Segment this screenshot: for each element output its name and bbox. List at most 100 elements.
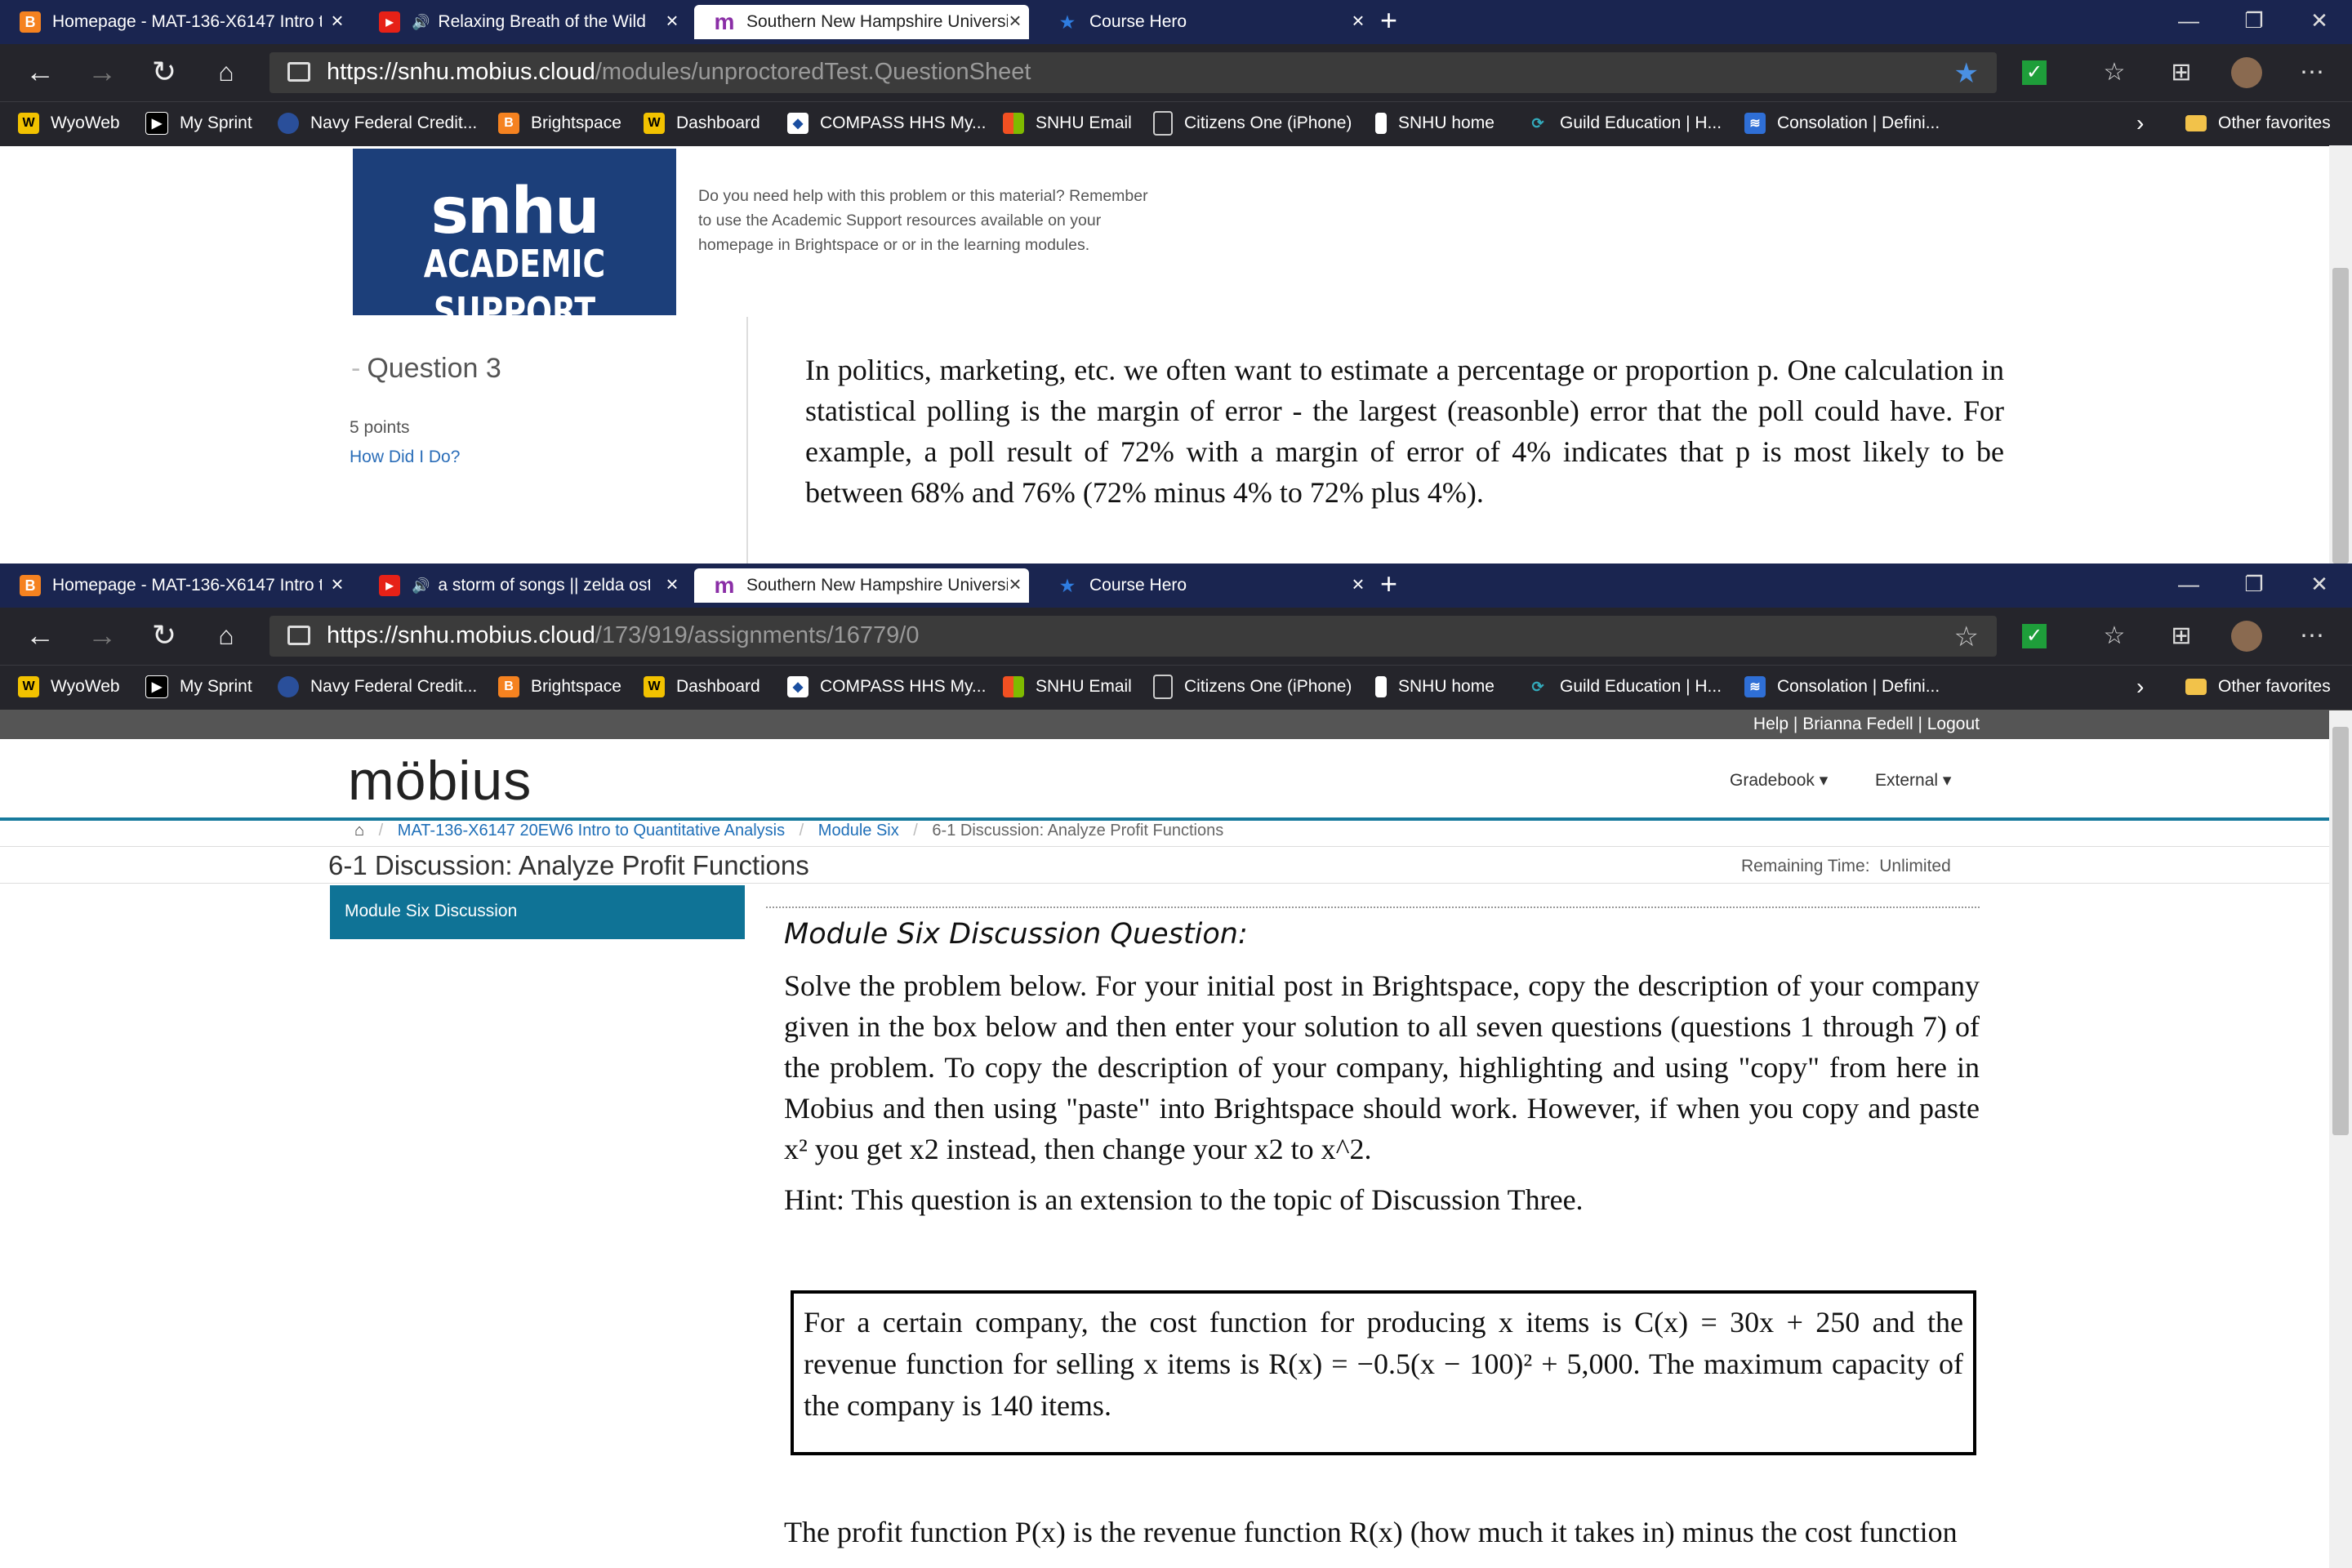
back-icon[interactable]: ← [20, 56, 60, 88]
bookmark-compass[interactable]: ◆ COMPASS HHS My... [787, 674, 986, 700]
gradebook-menu[interactable]: Gradebook ▾ [1730, 770, 1828, 791]
close-tab-icon[interactable]: × [1344, 572, 1372, 597]
favorites-list-icon[interactable]: ☆ [2099, 57, 2130, 88]
forward-icon[interactable]: → [82, 619, 122, 652]
collections-icon[interactable]: ⊞ [2166, 57, 2197, 88]
brightspace-icon: B [498, 676, 519, 697]
scrollbar[interactable] [2329, 145, 2352, 564]
folder-icon [2185, 115, 2207, 131]
speaker-icon[interactable]: 🔊 [412, 577, 430, 595]
tab-mobius[interactable]: m Southern New Hampshire University × [694, 568, 1029, 603]
bookmark-citizens-one[interactable]: Citizens One (iPhone) [1153, 674, 1352, 700]
bookmark-my-sprint[interactable]: ▶ My Sprint [145, 674, 252, 700]
close-tab-icon[interactable]: × [1001, 572, 1029, 597]
bookmark-other-favorites[interactable]: Other favorites [2185, 110, 2331, 136]
nav-bar: ← → ↻ ⌂ https://snhu.mobius.cloud/173/91… [0, 608, 2352, 665]
close-tab-icon[interactable]: × [1344, 8, 1372, 33]
bookmark-wyoweb[interactable]: W WyoWeb [18, 674, 120, 700]
forward-icon[interactable]: → [82, 56, 122, 88]
tab-youtube[interactable]: ▶ 🔊 Relaxing Breath of the Wild × [359, 5, 686, 39]
brightspace-icon: B [498, 113, 519, 134]
breadcrumb-course[interactable]: MAT-136-X6147 20EW6 Intro to Quantitativ… [398, 822, 785, 840]
favorites-list-icon[interactable]: ☆ [2099, 621, 2130, 652]
favorite-star-icon[interactable]: ☆ [1954, 621, 1979, 653]
minimize-icon[interactable]: — [2156, 564, 2221, 604]
bookmark-snhu-home[interactable]: SNHU home [1375, 110, 1494, 136]
bookmark-snhu-email[interactable]: SNHU Email [1003, 674, 1132, 700]
tab-mobius[interactable]: m Southern New Hampshire University × [694, 5, 1029, 39]
tab-course-hero[interactable]: ★ Course Hero × [1037, 5, 1372, 39]
minimize-icon[interactable]: — [2156, 0, 2221, 41]
bookmark-compass[interactable]: ◆ COMPASS HHS My... [787, 110, 986, 136]
bookmark-consolation[interactable]: ≋ Consolation | Defini... [1744, 110, 1940, 136]
external-menu[interactable]: External ▾ [1875, 770, 1951, 791]
bookmark-my-sprint[interactable]: ▶ My Sprint [145, 110, 252, 136]
bookmark-dashboard[interactable]: W Dashboard [644, 674, 760, 700]
more-bookmarks-chevron-icon[interactable]: › [2136, 110, 2144, 136]
bookmark-consolation[interactable]: ≋ Consolation | Defini... [1744, 674, 1940, 700]
new-tab-button[interactable]: + [1380, 567, 1397, 601]
tab-homepage[interactable]: B Homepage - MAT-136-X6147 Intro to × [0, 5, 351, 39]
refresh-icon[interactable]: ↻ [144, 56, 185, 88]
address-bar[interactable]: https://snhu.mobius.cloud/modules/unproc… [270, 52, 1997, 93]
close-tab-icon[interactable]: × [658, 572, 686, 597]
scrollbar[interactable] [2329, 710, 2352, 1568]
tab-homepage[interactable]: B Homepage - MAT-136-X6147 Intro to × [0, 568, 351, 603]
home-icon[interactable]: ⌂ [206, 56, 247, 88]
page-icon [1153, 675, 1173, 699]
new-tab-button[interactable]: + [1380, 3, 1397, 38]
bookmark-other-favorites[interactable]: Other favorites [2185, 674, 2331, 700]
bookmark-navy-federal[interactable]: Navy Federal Credit... [278, 674, 477, 700]
home-icon[interactable]: ⌂ [354, 822, 364, 840]
refresh-icon[interactable]: ↻ [144, 619, 185, 652]
microsoft-icon [1003, 113, 1024, 134]
bookmark-brightspace[interactable]: B Brightspace [498, 674, 621, 700]
restore-icon[interactable]: ❐ [2221, 564, 2287, 604]
bookmark-snhu-email[interactable]: SNHU Email [1003, 110, 1132, 136]
restore-icon[interactable]: ❐ [2221, 0, 2287, 41]
user-links[interactable]: Help | Brianna Fedell | Logout [1753, 715, 1980, 734]
compass-icon: ◆ [787, 113, 808, 134]
close-tab-icon[interactable]: × [323, 572, 351, 597]
module-six-discussion-tab[interactable]: Module Six Discussion [330, 885, 745, 939]
home-icon[interactable]: ⌂ [206, 619, 247, 652]
breadcrumb: ⌂ / MAT-136-X6147 20EW6 Intro to Quantit… [354, 822, 1224, 840]
bookmark-navy-federal[interactable]: Navy Federal Credit... [278, 110, 477, 136]
bookmark-citizens-one[interactable]: Citizens One (iPhone) [1153, 110, 1352, 136]
speaker-icon[interactable]: 🔊 [412, 14, 430, 31]
extension-check-icon[interactable]: ✓ [2022, 624, 2047, 648]
close-tab-icon[interactable]: × [658, 8, 686, 33]
bookmark-wyoweb[interactable]: W WyoWeb [18, 110, 120, 136]
favorite-star-icon[interactable]: ★ [1954, 57, 1979, 90]
back-icon[interactable]: ← [20, 619, 60, 652]
more-bookmarks-chevron-icon[interactable]: › [2136, 674, 2144, 700]
close-tab-icon[interactable]: × [1001, 8, 1029, 33]
close-tab-icon[interactable]: × [323, 8, 351, 33]
profile-avatar[interactable] [2231, 621, 2262, 652]
close-window-icon[interactable]: ✕ [2287, 0, 2352, 41]
more-menu-icon[interactable]: ⋯ [2296, 621, 2328, 652]
mobius-logo[interactable]: möbius [348, 749, 532, 813]
address-bar[interactable]: https://snhu.mobius.cloud/173/919/assign… [270, 616, 1997, 657]
breadcrumb-module[interactable]: Module Six [818, 822, 899, 840]
scrollbar-thumb[interactable] [2332, 268, 2349, 564]
more-menu-icon[interactable]: ⋯ [2296, 57, 2328, 88]
tab-youtube[interactable]: ▶ 🔊 a storm of songs || zelda ost × [359, 568, 686, 603]
collections-icon[interactable]: ⊞ [2166, 621, 2197, 652]
how-did-i-do-link[interactable]: How Did I Do? [350, 448, 460, 467]
bookmark-snhu-home[interactable]: SNHU home [1375, 674, 1494, 700]
scrollbar-thumb[interactable] [2332, 727, 2349, 1135]
browser-window-bottom: B Homepage - MAT-136-X6147 Intro to × ▶ … [0, 564, 2352, 1568]
bookmark-brightspace[interactable]: B Brightspace [498, 110, 621, 136]
question-text: In politics, marketing, etc. we often wa… [805, 354, 2004, 509]
bookmark-dashboard[interactable]: W Dashboard [644, 110, 760, 136]
bookmark-guild-education[interactable]: ⟳ Guild Education | H... [1527, 674, 1722, 700]
bookmark-guild-education[interactable]: ⟳ Guild Education | H... [1527, 110, 1722, 136]
extension-check-icon[interactable]: ✓ [2022, 60, 2047, 85]
tab-course-hero[interactable]: ★ Course Hero × [1037, 568, 1372, 603]
profit-function-text: The profit function P(x) is the revenue … [784, 1516, 1958, 1548]
remaining-time: Remaining Time: Unlimited [1741, 857, 1951, 875]
profile-avatar[interactable] [2231, 57, 2262, 88]
close-window-icon[interactable]: ✕ [2287, 564, 2352, 604]
collapse-dash-icon[interactable]: - [351, 353, 360, 384]
